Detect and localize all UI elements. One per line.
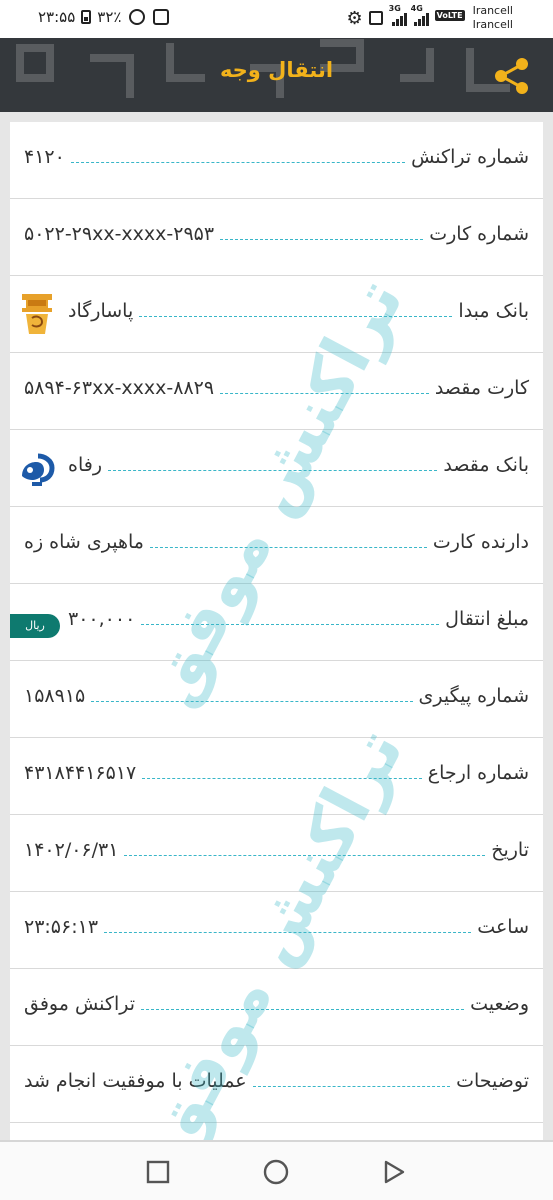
volte-badge: VoLTE [434, 9, 465, 21]
detail-value: ۱۵۸۹۱۵ [24, 685, 86, 707]
battery-level: ۳۲٪ [97, 8, 122, 26]
detail-label: توضیحات [456, 1070, 529, 1092]
dotted-leader [141, 1009, 465, 1010]
dotted-leader [220, 239, 424, 240]
status-right: ⚙ 3G 4G VoLTE Irancell Irancell [346, 4, 513, 32]
detail-label: مبلغ انتقال [445, 608, 529, 630]
carrier-1: Irancell [472, 4, 513, 17]
dotted-leader [149, 547, 427, 548]
detail-row-transaction-number: شماره تراکنش ۴۱۲۰ [10, 122, 543, 199]
system-nav-bar [0, 1142, 553, 1200]
detail-value: پاسارگاد [68, 300, 134, 322]
transaction-details-card: شماره تراکنش ۴۱۲۰ شماره کارت ۵۰۲۲-۲۹xx-x… [10, 122, 543, 1167]
detail-row-amount: مبلغ انتقال ۳۰۰,۰۰۰ ریال [10, 584, 543, 661]
detail-value: رفاه [68, 454, 103, 476]
dotted-leader [124, 855, 486, 856]
detail-value: ۳۰۰,۰۰۰ [68, 608, 136, 630]
detail-row-description: توضیحات عملیات با موفقیت انجام شد [10, 1046, 543, 1123]
detail-row-tracking-number: شماره پیگیری ۱۵۸۹۱۵ [10, 661, 543, 738]
pasargad-bank-logo-icon [22, 294, 52, 334]
back-triangle-icon[interactable] [380, 1158, 408, 1186]
detail-row-status: وضعیت تراکنش موفق [10, 969, 543, 1046]
detail-row-card-holder: دارنده کارت ماهپری شاه زه [10, 507, 543, 584]
detail-label: بانک مقصد [443, 454, 529, 476]
dotted-leader [108, 470, 438, 471]
detail-value: تراکنش موفق [24, 993, 136, 1015]
app-header: انتقال وجه [0, 38, 553, 112]
dotted-leader [252, 1086, 451, 1087]
detail-row-source-bank: بانک مبدا پاسارگاد [10, 276, 543, 353]
currency-badge: ریال [10, 614, 60, 638]
detail-label: شماره ارجاع [427, 762, 529, 784]
dotted-leader [139, 316, 453, 317]
dotted-leader [142, 778, 422, 779]
detail-value: ۴۱۲۰ [24, 146, 65, 168]
dotted-leader [220, 393, 429, 394]
dotted-leader [91, 701, 413, 702]
dotted-leader [104, 932, 472, 933]
detail-label: بانک مبدا [458, 300, 529, 322]
detail-value: عملیات با موفقیت انجام شد [24, 1070, 247, 1092]
detail-value: ۵۸۹۴-۶۳xx-xxxx-۸۸۲۹ [24, 377, 215, 399]
clock: ۲۳:۵۵ [38, 8, 76, 26]
detail-row-card-number: شماره کارت ۵۰۲۲-۲۹xx-xxxx-۲۹۵۳ [10, 199, 543, 276]
detail-label: شماره تراکنش [411, 146, 529, 168]
detail-label: کارت مقصد [434, 377, 529, 399]
page-title: انتقال وجه [219, 58, 334, 82]
battery-icon [81, 10, 92, 24]
detail-value: ۵۰۲۲-۲۹xx-xxxx-۲۹۵۳ [24, 223, 215, 245]
recents-square-icon[interactable] [144, 1158, 172, 1186]
detail-label: تاریخ [491, 839, 529, 861]
status-left: ۲۳:۵۵ ۳۲٪ [38, 8, 175, 26]
detail-label: وضعیت [470, 993, 529, 1015]
whatsapp-icon [129, 9, 146, 25]
home-circle-icon[interactable] [262, 1158, 290, 1186]
share-icon[interactable] [490, 54, 534, 98]
signal-4g-icon: 4G [411, 4, 429, 26]
signal-3g-label: 3G [388, 4, 401, 13]
dotted-leader [70, 162, 406, 163]
news-icon [368, 11, 383, 25]
dotted-leader [141, 624, 440, 625]
refah-bank-logo-icon [22, 453, 55, 486]
detail-row-time: ساعت ۲۳:۵۶:۱۳ [10, 892, 543, 969]
detail-row-destination-card: کارت مقصد ۵۸۹۴-۶۳xx-xxxx-۸۸۲۹ [10, 353, 543, 430]
detail-value: ۱۴۰۲/۰۶/۳۱ [24, 839, 119, 861]
network-type-label: 4G [410, 4, 423, 13]
detail-label: ساعت [477, 916, 529, 938]
detail-row-reference-number: شماره ارجاع ۴۳۱۸۴۴۱۶۵۱۷ [10, 738, 543, 815]
detail-label: شماره کارت [429, 223, 529, 245]
detail-value: ۲۳:۵۶:۱۳ [24, 916, 99, 938]
detail-value: ۴۳۱۸۴۴۱۶۵۱۷ [24, 762, 137, 784]
notification-icon [153, 9, 170, 25]
detail-label: شماره پیگیری [418, 685, 529, 707]
settings-gear-icon: ⚙ [346, 7, 363, 29]
detail-value: ماهپری شاه زه [24, 531, 144, 553]
carrier-names: Irancell Irancell [473, 4, 513, 32]
detail-label: دارنده کارت [432, 531, 529, 553]
status-bar: ۲۳:۵۵ ۳۲٪ ⚙ 3G 4G VoLTE Irancell Irancel… [0, 0, 553, 38]
carrier-2: Irancell [472, 18, 513, 31]
detail-row-destination-bank: بانک مقصد رفاه [10, 430, 543, 507]
signal-3g-icon: 3G [389, 4, 407, 26]
detail-row-date: تاریخ ۱۴۰۲/۰۶/۳۱ [10, 815, 543, 892]
